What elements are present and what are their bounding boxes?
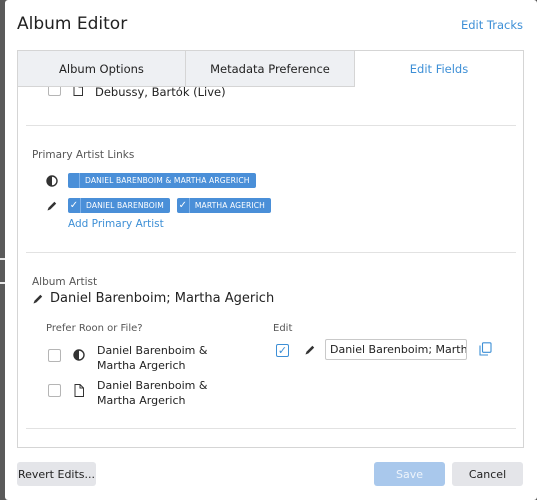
roon-icon [73, 349, 85, 361]
prefer-column-label: Prefer Roon or File? [46, 323, 143, 334]
roon-icon [46, 174, 58, 187]
edit-checkbox[interactable]: ✓ [276, 344, 289, 357]
add-primary-artist-link[interactable]: Add Primary Artist [68, 218, 164, 230]
album-artist-label: Album Artist [32, 276, 98, 288]
pencil-icon [305, 345, 315, 355]
file-value-text: Debussy, Bartók (Live) [95, 87, 226, 99]
chip-checkbox[interactable] [68, 173, 80, 188]
copy-icon[interactable] [479, 342, 492, 356]
pencil-icon [33, 294, 43, 303]
prefer-checkbox[interactable] [48, 87, 61, 96]
file-artist-link-row: ✓ DANIEL BARENBOIM ✓ MARTHA AGERICH [46, 198, 278, 213]
album-artist-value: Daniel Barenboim; Martha Agerich [32, 291, 274, 306]
file-icon [73, 87, 83, 96]
file-icon [74, 384, 84, 397]
list-item: Debussy, Bartók (Live) [48, 87, 226, 100]
chip-check-icon[interactable]: ✓ [68, 198, 81, 213]
chip-check-icon[interactable]: ✓ [177, 198, 190, 213]
divider [26, 428, 516, 429]
edit-tracks-link[interactable]: Edit Tracks [461, 18, 523, 32]
divider [26, 125, 516, 126]
artist-chip[interactable]: ✓ MARTHA AGERICH [176, 198, 271, 213]
tab-bar: Album Options Metadata Preference Edit F… [18, 51, 523, 87]
editor-panel: Album Options Metadata Preference Edit F… [17, 50, 524, 448]
divider [26, 252, 516, 253]
chip-label: MARTHA AGERICH [194, 201, 265, 210]
roon-option-text: Daniel Barenboim & Martha Argerich [97, 344, 208, 372]
artist-chip[interactable]: ✓ DANIEL BARENBOIM [68, 198, 170, 213]
artist-chip[interactable]: DANIEL BARENBOIM & MARTHA ARGERICH [68, 173, 256, 188]
file-option-text: Daniel Barenboim & Martha Argerich [97, 379, 208, 407]
tab-edit-fields[interactable]: Edit Fields [355, 51, 523, 87]
dialog-title: Album Editor [17, 14, 128, 34]
chip-label: DANIEL BARENBOIM & MARTHA ARGERICH [85, 176, 250, 185]
album-artist-edit-field[interactable]: Daniel Barenboim; Martha Agerich [325, 339, 467, 360]
revert-edits-button[interactable]: Revert Edits... [17, 462, 96, 486]
prefer-file-checkbox[interactable] [48, 384, 61, 397]
pencil-icon [47, 201, 57, 210]
primary-artist-links-label: Primary Artist Links [32, 149, 135, 161]
save-button[interactable]: Save [374, 462, 445, 486]
edit-fields-content[interactable]: Debussy, Bartók (Live) Primary Artist Li… [18, 87, 523, 447]
prefer-roon-checkbox[interactable] [48, 349, 61, 362]
roon-artist-link-row: DANIEL BARENBOIM & MARTHA ARGERICH [46, 173, 263, 188]
edit-column-label: Edit [273, 323, 293, 334]
tab-album-options[interactable]: Album Options [18, 51, 186, 87]
roon-option-row: Daniel Barenboim & Martha Argerich [48, 343, 247, 373]
tab-metadata-preference[interactable]: Metadata Preference [186, 51, 355, 87]
album-editor-dialog: Album Editor Edit Tracks Album Options M… [5, 0, 537, 500]
file-option-row: Daniel Barenboim & Martha Argerich [48, 378, 247, 408]
chip-label: DANIEL BARENBOIM [86, 201, 164, 210]
cancel-button[interactable]: Cancel [452, 462, 523, 486]
album-artist-text: Daniel Barenboim; Martha Agerich [50, 291, 275, 306]
